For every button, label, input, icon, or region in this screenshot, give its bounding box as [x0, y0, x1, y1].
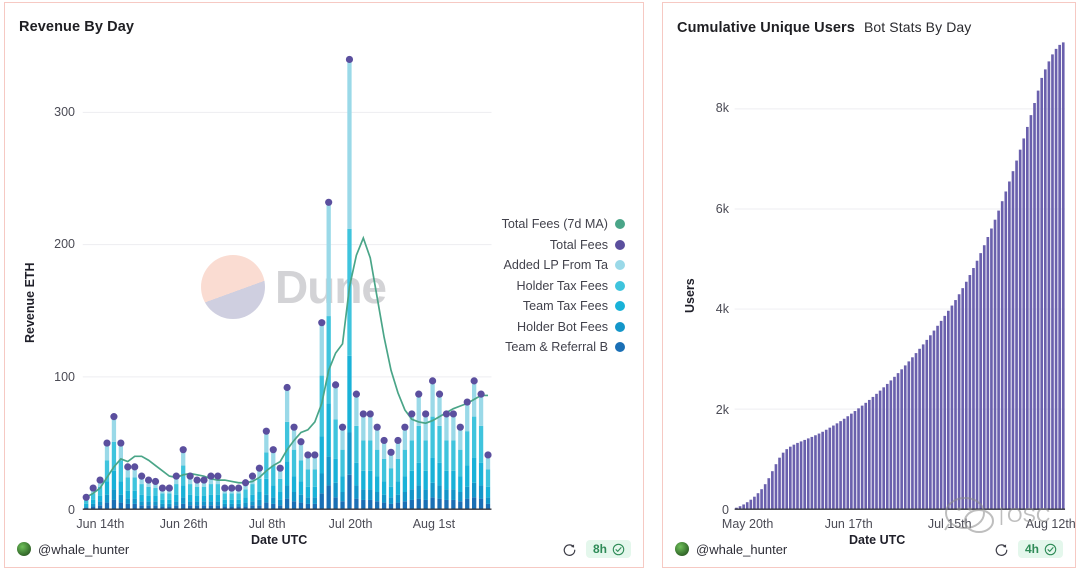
legend-swatch-icon: [615, 342, 625, 352]
x-tick-1: Jun 26th: [159, 517, 208, 531]
y-tick-0: 0: [68, 503, 75, 517]
author-handle: @whale_hunter: [38, 541, 130, 557]
author-right[interactable]: @whale_hunter: [675, 542, 787, 557]
legend-item-1[interactable]: Total Fees: [550, 238, 625, 252]
legend-swatch-icon: [615, 219, 625, 229]
y-axis-label: Revenue ETH: [23, 262, 37, 343]
users-chart-canvas: [734, 42, 1066, 510]
legend-label: Holder Tax Fees: [516, 278, 608, 293]
dashboard: Revenue By Day Dune 0100200300Jun 14thJu…: [0, 0, 1080, 570]
y-tick-200: 200: [54, 237, 75, 252]
avatar-icon-right: [675, 542, 689, 556]
legend-label: Total Fees (7d MA): [501, 217, 608, 231]
panel-footer-right: @whale_hunter 4h: [675, 540, 1063, 558]
freshness-value: 8h: [592, 542, 607, 556]
x-tick-3: Jul 20th: [328, 517, 373, 531]
legend-swatch-icon: [615, 321, 625, 332]
y-tick-right-2k: 2k: [715, 402, 729, 417]
panel-revenue-by-day: Revenue By Day Dune 0100200300Jun 14thJu…: [4, 2, 644, 568]
panel-footer-left: @whale_hunter 8h: [17, 540, 631, 558]
legend-label: Total Fees: [549, 237, 608, 252]
x-tick-2: Jul 8th: [248, 517, 286, 531]
footer-actions-right: 4h: [994, 540, 1063, 558]
refresh-icon-right[interactable]: [994, 542, 1009, 557]
y-tick-right-8k: 8k: [715, 101, 729, 116]
legend-item-3[interactable]: Holder Tax Fees: [517, 279, 625, 293]
footer-actions-left: 8h: [562, 540, 631, 558]
freshness-value-right: 4h: [1024, 542, 1039, 556]
x-tick-right-2: Jul 15th: [927, 517, 972, 531]
x-tick-right-0: May 20th: [721, 517, 774, 531]
y-tick-right-6k: 6k: [715, 201, 729, 216]
x-tick-4: Aug 1st: [412, 517, 456, 531]
legend-item-2[interactable]: Added LP From Ta: [503, 258, 625, 272]
legend-item-5[interactable]: Holder Bot Fees: [517, 320, 625, 334]
chart-legend[interactable]: Total Fees (7d MA) Total Fees Added LP Fro…: [502, 217, 625, 354]
legend-item-6[interactable]: Team & Referral B: [505, 340, 625, 354]
freshness-badge-right[interactable]: 4h: [1017, 540, 1063, 558]
author[interactable]: @whale_hunter: [17, 542, 129, 557]
legend-swatch-icon: [615, 301, 625, 311]
legend-label: Holder Bot Fees: [517, 319, 608, 334]
legend-label: Team & Referral B: [505, 340, 608, 354]
y-tick-100: 100: [54, 370, 75, 385]
legend-item-4[interactable]: Team Tax Fees: [523, 299, 625, 313]
check-circle-icon: [612, 543, 625, 555]
x-tick-right-3: Aug 12th: [1025, 517, 1076, 531]
legend-swatch-icon: [615, 239, 625, 250]
legend-swatch-icon: [615, 260, 625, 270]
legend-label: Team Tax Fees: [522, 299, 608, 313]
y-tick-300: 300: [54, 104, 75, 119]
check-circle-icon-right: [1044, 543, 1057, 555]
avatar-icon: [17, 542, 31, 556]
author-handle-right: @whale_hunter: [696, 541, 788, 557]
refresh-icon[interactable]: [562, 542, 577, 557]
y-tick-right-0: 0: [722, 503, 729, 517]
y-axis-label-right: Users: [683, 278, 697, 313]
legend-swatch-icon: [615, 280, 625, 291]
freshness-badge[interactable]: 8h: [585, 540, 631, 558]
x-tick-right-1: Jun 17th: [824, 517, 873, 531]
legend-label: Added LP From Ta: [503, 258, 608, 272]
x-tick-0: Jun 14th: [76, 517, 125, 531]
panel-cumulative-unique-users: Cumulative Unique Users Bot Stats By Day…: [662, 2, 1076, 568]
legend-item-0[interactable]: Total Fees (7d MA): [502, 217, 625, 231]
